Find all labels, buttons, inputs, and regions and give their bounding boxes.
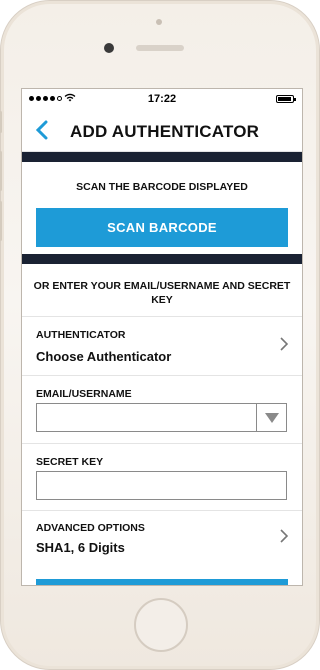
status-bar: 17:22 — [22, 89, 302, 111]
advanced-options-label: ADVANCED OPTIONS — [36, 522, 145, 534]
chevron-left-icon[interactable] — [35, 120, 48, 146]
status-time: 17:22 — [147, 93, 177, 105]
scan-instruction: SCAN THE BARCODE DISPLAYED — [76, 181, 248, 193]
home-button[interactable] — [134, 598, 188, 652]
scan-barcode-button[interactable]: SCAN BARCODE — [36, 208, 288, 247]
navigation-bar: ADD AUTHENTICATOR — [22, 111, 302, 152]
phone-frame: 17:22 ADD AUTHENTICATOR SCAN THE BARCODE… — [0, 0, 320, 670]
email-username-row: EMAIL/USERNAME — [22, 376, 302, 444]
page-title: ADD AUTHENTICATOR — [70, 122, 260, 141]
front-camera — [104, 43, 114, 53]
secret-key-label: SECRET KEY — [36, 456, 104, 468]
secret-key-field[interactable] — [36, 471, 287, 500]
secret-key-row: SECRET KEY — [22, 444, 302, 511]
mute-switch — [0, 111, 2, 133]
earpiece-speaker — [136, 45, 184, 51]
volume-down-button — [0, 201, 2, 241]
authenticator-value: Choose Authenticator — [36, 349, 172, 364]
chevron-right-icon — [280, 529, 289, 548]
email-username-label: EMAIL/USERNAME — [36, 388, 132, 400]
dropdown-arrow-icon[interactable] — [256, 404, 286, 431]
volume-up-button — [0, 151, 2, 191]
battery-icon — [276, 95, 296, 103]
advanced-options-selector[interactable]: ADVANCED OPTIONS SHA1, 6 Digits — [22, 511, 302, 571]
manual-entry-instruction: OR ENTER YOUR EMAIL/USERNAME AND SECRET … — [22, 264, 302, 317]
advanced-options-value: SHA1, 6 Digits — [36, 540, 125, 555]
authenticator-selector[interactable]: AUTHENTICATOR Choose Authenticator — [22, 317, 302, 376]
chevron-right-icon — [280, 337, 289, 356]
section-divider — [22, 152, 302, 162]
email-username-field[interactable] — [36, 403, 287, 432]
sensor-dot — [156, 19, 162, 25]
submit-button[interactable] — [36, 579, 288, 585]
app-screen: 17:22 ADD AUTHENTICATOR SCAN THE BARCODE… — [21, 88, 303, 586]
authenticator-label: AUTHENTICATOR — [36, 329, 126, 341]
scan-section: SCAN THE BARCODE DISPLAYED SCAN BARCODE — [22, 162, 302, 254]
section-divider — [22, 254, 302, 264]
